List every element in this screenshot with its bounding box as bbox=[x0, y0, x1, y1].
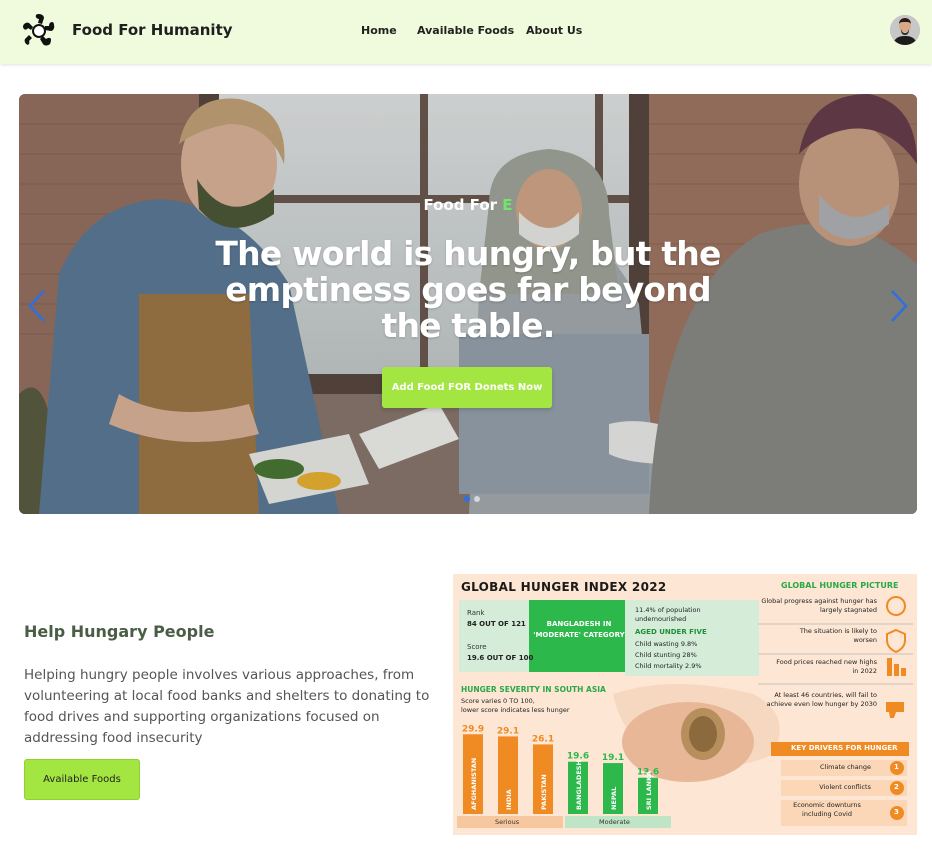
group-label-moderate: Moderate bbox=[599, 818, 630, 826]
chevron-right-icon[interactable] bbox=[887, 288, 911, 324]
nav-about-us[interactable]: About Us bbox=[526, 24, 582, 37]
child-stat: Child stunting 28% bbox=[635, 651, 697, 659]
severity-bar-country: BANGLADESH bbox=[575, 760, 583, 810]
severity-bar-country: INDIA bbox=[505, 789, 513, 810]
hero-title: The world is hungry, but the emptiness g… bbox=[215, 234, 721, 345]
score-label: Score bbox=[467, 643, 487, 651]
navbar: Food For Humanity Home Available Foods A… bbox=[0, 0, 932, 64]
hero-carousel: Food For E The world is hungry, but the … bbox=[19, 94, 917, 514]
help-section-title: Help Hungary People bbox=[24, 622, 215, 641]
severity-bar-country: SRI LANKA bbox=[645, 771, 653, 810]
severity-bar-country: NEPAL bbox=[610, 787, 618, 810]
severity-bar-country: AFGHANISTAN bbox=[470, 758, 478, 810]
nav-available-foods[interactable]: Available Foods bbox=[417, 24, 514, 37]
hero-kicker: Food For E bbox=[19, 196, 917, 214]
severity-bar-value: 29.1 bbox=[497, 726, 519, 736]
hero-kicker-text: Food For bbox=[423, 196, 498, 214]
child-stat: Child mortality 2.9% bbox=[635, 662, 702, 670]
hero-kicker-accent: E bbox=[502, 196, 513, 214]
severity-note: lower score indicates less hunger bbox=[461, 706, 570, 714]
driver-label: Climate change bbox=[819, 763, 871, 771]
rank-value: 84 OUT OF 121 bbox=[467, 620, 526, 628]
group-label-serious: Serious bbox=[495, 818, 520, 826]
carousel-dot-active[interactable] bbox=[464, 496, 470, 502]
severity-bar-value: 29.9 bbox=[462, 724, 484, 734]
driver-number: 3 bbox=[894, 808, 899, 816]
driver-number: 1 bbox=[894, 763, 899, 771]
drivers-heading: KEY DRIVERS FOR HUNGER bbox=[791, 744, 898, 752]
picture-item: At least 46 countries, will fail to achi… bbox=[766, 691, 877, 708]
category-badge: BANGLADESH IN 'MODERATE' CATEGORY bbox=[533, 620, 625, 639]
driver-number: 2 bbox=[894, 783, 899, 791]
user-avatar[interactable] bbox=[890, 15, 920, 45]
infographic-title: GLOBAL HUNGER INDEX 2022 bbox=[461, 580, 667, 594]
severity-bar-value: 26.1 bbox=[532, 734, 554, 744]
carousel-dot[interactable] bbox=[474, 496, 480, 502]
score-value: 19.6 OUT OF 100 bbox=[467, 654, 534, 662]
driver-label: Economic downturns including Covid bbox=[793, 801, 861, 818]
help-section-text: Helping hungry people involves various a… bbox=[24, 667, 430, 746]
aged-under-five-heading: AGED UNDER FIVE bbox=[635, 628, 707, 636]
picture-item: Food prices reached new highs in 2022 bbox=[776, 658, 877, 675]
available-foods-button[interactable]: Available Foods bbox=[24, 759, 140, 800]
picture-heading: GLOBAL HUNGER PICTURE bbox=[781, 581, 899, 590]
severity-bar-country: PAKISTAN bbox=[540, 774, 548, 810]
child-stat: Child wasting 9.8% bbox=[635, 640, 698, 648]
add-food-button[interactable]: Add Food FOR Donets Now bbox=[382, 367, 552, 408]
chevron-left-icon[interactable] bbox=[25, 288, 49, 324]
hands-circle-icon[interactable] bbox=[19, 11, 59, 51]
severity-heading: HUNGER SEVERITY IN SOUTH ASIA bbox=[461, 685, 606, 694]
brand-name[interactable]: Food For Humanity bbox=[72, 21, 233, 39]
undernourished-stat: 11.4% of population undernourished bbox=[635, 606, 701, 623]
driver-label: Violent conflicts bbox=[819, 783, 871, 791]
hunger-index-infographic: 29.9 AFGHANISTAN 29.1 INDIA 26.1 PAKISTAN 19.6… bbox=[453, 574, 917, 835]
picture-item: The situation is likely to worsen bbox=[799, 627, 877, 644]
severity-bar-value: 19.1 bbox=[602, 753, 624, 763]
severity-note: Score varies 0 TO 100, bbox=[461, 697, 535, 705]
picture-item: Global progress against hunger has large… bbox=[761, 597, 877, 614]
rank-label: Rank bbox=[467, 609, 485, 617]
nav-home[interactable]: Home bbox=[361, 24, 397, 37]
